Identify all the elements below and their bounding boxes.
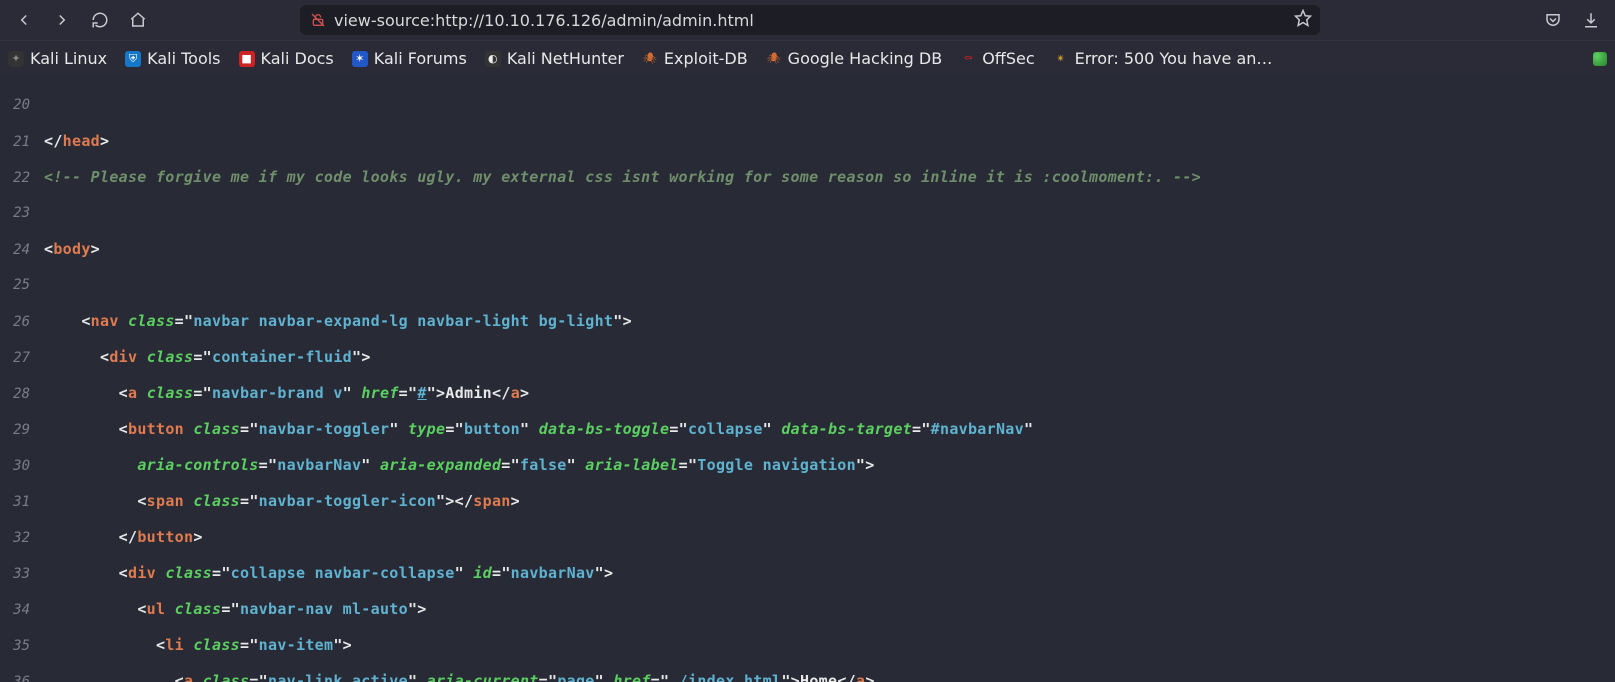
source-line: 23 bbox=[0, 204, 1615, 222]
source-line: 32 </button> bbox=[0, 528, 1615, 546]
exploitdb-icon: 🕷 bbox=[642, 51, 658, 67]
joomla-icon: ✴ bbox=[1053, 51, 1069, 67]
bookmark-star-icon[interactable] bbox=[1294, 9, 1312, 31]
dragon-icon: ✦ bbox=[8, 51, 24, 67]
source-line: 33 <div class="collapse navbar-collapse"… bbox=[0, 564, 1615, 582]
url-bar[interactable]: view-source:http://10.10.176.126/admin/a… bbox=[300, 5, 1320, 35]
source-line: 30 aria-controls="navbarNav" aria-expand… bbox=[0, 456, 1615, 474]
insecure-icon bbox=[310, 12, 326, 28]
bookmark-exploit-db[interactable]: 🕷Exploit-DB bbox=[642, 49, 748, 68]
source-line: 25 bbox=[0, 276, 1615, 294]
ghdb-icon: 🕷 bbox=[766, 51, 782, 67]
bookmark-kali-forums[interactable]: ✶Kali Forums bbox=[352, 49, 467, 68]
source-view: 20 21</head> 22<!-- Please forgive me if… bbox=[0, 76, 1615, 682]
source-line: 27 <div class="container-fluid"> bbox=[0, 348, 1615, 366]
source-line: 21</head> bbox=[0, 132, 1615, 150]
bookmark-kali-linux[interactable]: ✦Kali Linux bbox=[8, 49, 107, 68]
source-line: 20 bbox=[0, 96, 1615, 114]
back-button[interactable] bbox=[8, 4, 40, 36]
bookmark-error500[interactable]: ✴Error: 500 You have an… bbox=[1053, 49, 1273, 68]
docs-icon: ■ bbox=[239, 51, 255, 67]
source-line: 31 <span class="navbar-toggler-icon"></s… bbox=[0, 492, 1615, 510]
nethunter-icon: ◐ bbox=[485, 51, 501, 67]
source-line: 34 <ul class="navbar-nav ml-auto"> bbox=[0, 600, 1615, 618]
source-line: 29 <button class="navbar-toggler" type="… bbox=[0, 420, 1615, 438]
source-line: 22<!-- Please forgive me if my code look… bbox=[0, 168, 1615, 186]
bookmark-kali-docs[interactable]: ■Kali Docs bbox=[239, 49, 334, 68]
url-text: view-source:http://10.10.176.126/admin/a… bbox=[334, 11, 754, 30]
forward-button[interactable] bbox=[46, 4, 78, 36]
home-button[interactable] bbox=[122, 4, 154, 36]
bookmark-kali-tools[interactable]: ⛨Kali Tools bbox=[125, 49, 220, 68]
browser-toolbar: view-source:http://10.10.176.126/admin/a… bbox=[0, 0, 1615, 40]
offsec-icon: ⚰ bbox=[960, 51, 976, 67]
reload-button[interactable] bbox=[84, 4, 116, 36]
bookmark-offsec[interactable]: ⚰OffSec bbox=[960, 49, 1034, 68]
forums-icon: ✶ bbox=[352, 51, 368, 67]
bookmark-kali-nethunter[interactable]: ◐Kali NetHunter bbox=[485, 49, 624, 68]
source-line: 36 <a class="nav-link active" aria-curre… bbox=[0, 672, 1615, 682]
extension-icon[interactable] bbox=[1593, 52, 1607, 66]
source-line: 28 <a class="navbar-brand v" href="#">Ad… bbox=[0, 384, 1615, 402]
source-line: 26 <nav class="navbar navbar-expand-lg n… bbox=[0, 312, 1615, 330]
source-line: 35 <li class="nav-item"> bbox=[0, 636, 1615, 654]
download-icon[interactable] bbox=[1575, 4, 1607, 36]
source-line: 24<body> bbox=[0, 240, 1615, 258]
bookmarks-bar: ✦Kali Linux ⛨Kali Tools ■Kali Docs ✶Kali… bbox=[0, 40, 1615, 76]
tools-icon: ⛨ bbox=[125, 51, 141, 67]
bookmark-ghdb[interactable]: 🕷Google Hacking DB bbox=[766, 49, 943, 68]
pocket-icon[interactable] bbox=[1537, 4, 1569, 36]
